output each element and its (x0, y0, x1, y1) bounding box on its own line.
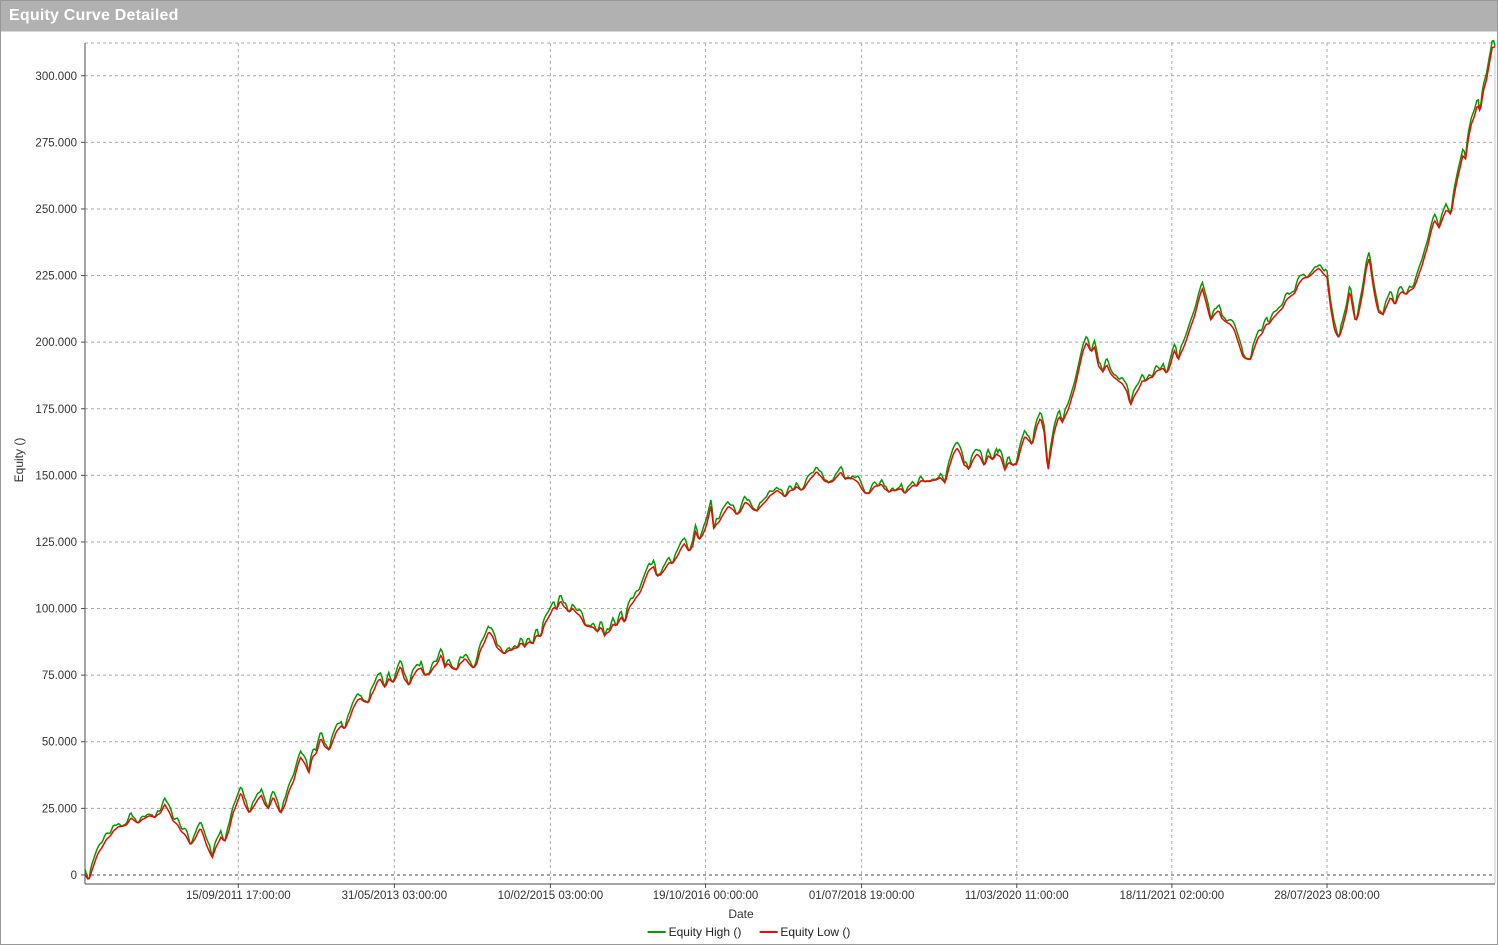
x-tick-label: 28/07/2023 08:00:00 (1274, 890, 1380, 902)
chart-legend: Equity High () Equity Low () (648, 925, 851, 939)
equity-curve-window: Equity Curve Detailed 0 25.000 50.000 75.00… (0, 0, 1498, 945)
equity-curve-plot-area[interactable]: 0 25.000 50.000 75.000 100.000 125.000 150.000… (1, 1, 1498, 945)
y-tick-label: 175.000 (35, 404, 77, 416)
y-tick-label: 225.000 (35, 271, 77, 283)
y-axis-title: Equity () (12, 380, 26, 540)
y-tick-label: 125.000 (35, 537, 77, 549)
y-tick-label: 250.000 (35, 204, 77, 216)
window-title-bar[interactable]: Equity Curve Detailed (1, 1, 1497, 32)
y-tick-label: 100.000 (35, 604, 77, 616)
legend-label-equity-high: Equity High () (669, 925, 742, 939)
y-tick-label: 300.000 (35, 71, 77, 83)
x-tick-label: 18/11/2021 02:00:00 (1120, 890, 1225, 902)
legend-item-equity-low[interactable]: Equity Low () (759, 925, 850, 939)
equity-high-line-swatch-icon (648, 931, 666, 933)
window-title: Equity Curve Detailed (1, 7, 179, 25)
y-tick-label: 275.000 (35, 137, 77, 149)
legend-item-equity-high[interactable]: Equity High () (648, 925, 742, 939)
x-tick-label: 01/07/2018 19:00:00 (809, 890, 915, 902)
legend-label-equity-low: Equity Low () (780, 925, 850, 939)
x-axis-title: Date (728, 907, 753, 921)
x-tick-label: 31/05/2013 03:00:00 (342, 890, 448, 902)
y-tick-label: 25.000 (42, 803, 77, 815)
x-tick-label: 11/03/2020 11:00:00 (965, 890, 1069, 902)
x-tick-label: 10/02/2015 03:00:00 (498, 890, 604, 902)
y-tick-label: 75.000 (42, 670, 77, 682)
y-tick-label: 0 (71, 870, 77, 882)
y-tick-label: 200.000 (35, 337, 77, 349)
x-tick-label: 19/10/2016 00:00:00 (653, 890, 759, 902)
equity-low-line-swatch-icon (759, 931, 777, 933)
y-tick-label: 150.000 (35, 470, 77, 482)
x-tick-label: 15/09/2011 17:00:00 (186, 890, 291, 902)
y-tick-label: 50.000 (42, 737, 77, 749)
